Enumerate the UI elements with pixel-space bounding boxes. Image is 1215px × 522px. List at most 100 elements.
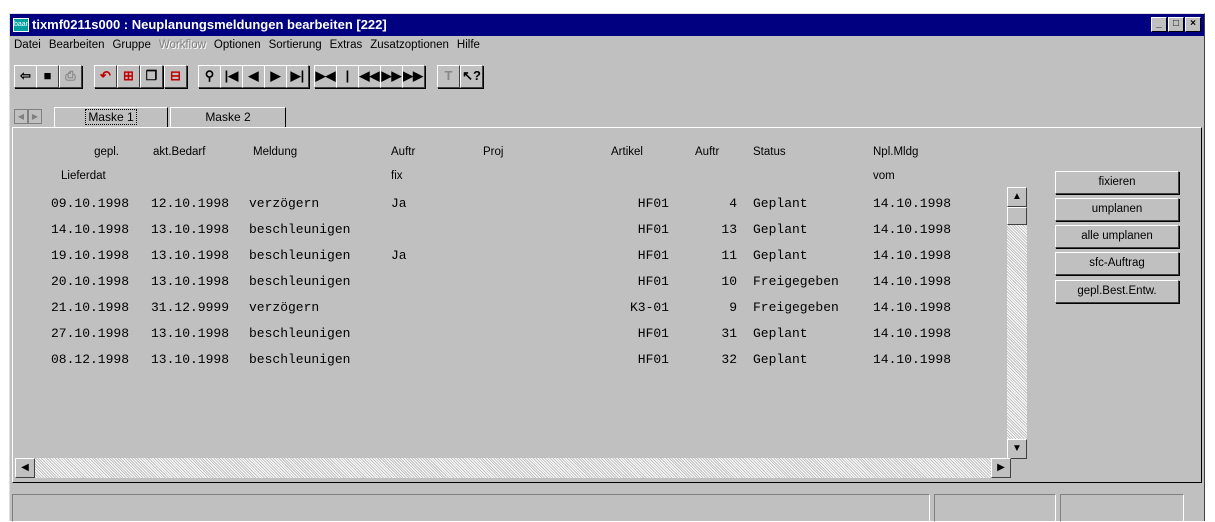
menu-datei[interactable]: Datei	[10, 36, 45, 54]
status-bar	[10, 494, 1204, 522]
menu-zusatzoptionen[interactable]: Zusatzoptionen	[366, 36, 453, 54]
scroll-left-icon[interactable]: ◀	[15, 458, 35, 478]
menu-hilfe[interactable]: Hilfe	[453, 36, 484, 54]
table-cell: 14.10.1998	[873, 352, 952, 367]
table-row[interactable]: 08.12.1998 13.10.1998 beschleunigen HF01 32 G…	[13, 352, 1013, 376]
tab-scroll-right-icon[interactable]: ▶	[28, 109, 42, 124]
table-cell: Geplant	[753, 248, 808, 263]
horizontal-scrollbar[interactable]: ◀ ▶	[15, 458, 1011, 478]
table-cell: Geplant	[753, 326, 808, 341]
column-header: Auftr	[695, 146, 720, 158]
table-cell: 14.10.1998	[873, 326, 952, 341]
tab-maske-1[interactable]: Maske 1	[54, 107, 168, 128]
column-header: akt.Bedarf	[153, 146, 206, 158]
menu-extras[interactable]: Extras	[326, 36, 367, 54]
menu-optionen[interactable]: Optionen	[210, 36, 265, 54]
tab-maske-2[interactable]: Maske 2	[170, 107, 286, 128]
last-record-icon[interactable]: ▶|	[286, 65, 309, 88]
table-row[interactable]: 14.10.1998 13.10.1998 beschleunigen HF01 13 G…	[13, 222, 1013, 246]
table-cell: verzögern	[249, 196, 320, 211]
table-row[interactable]: 20.10.1998 13.10.1998 beschleunigen HF01 10 F…	[13, 274, 1013, 298]
save-icon[interactable]: ■	[36, 65, 59, 88]
first-record-icon[interactable]: |◀	[220, 65, 243, 88]
first-set-icon[interactable]: |◀◀	[336, 65, 359, 88]
window-title: tixmf0211s000 : Neuplanungsmeldungen bea…	[32, 17, 387, 32]
status-panel-2	[934, 494, 1056, 522]
minimize-button[interactable]: _	[1151, 17, 1167, 32]
table-cell: Geplant	[753, 222, 808, 237]
vertical-scrollbar[interactable]: ▲ ▼	[1007, 187, 1027, 459]
table-cell: beschleunigen	[249, 222, 351, 237]
table-cell: HF01	[637, 222, 669, 237]
table-cell: 13.10.1998	[151, 326, 230, 341]
tab-label: Maske 2	[205, 110, 251, 124]
table-row[interactable]: 09.10.1998 12.10.1998 verzögern Ja HF01 4 Gepl…	[13, 196, 1013, 220]
table-row[interactable]: 19.10.1998 13.10.1998 beschleunigen Ja HF01 1…	[13, 248, 1013, 272]
side-button-umplanen[interactable]: umplanen	[1055, 198, 1179, 221]
table-cell: HF01	[637, 196, 669, 211]
table-cell: 14.10.1998	[873, 196, 952, 211]
column-header: vom	[873, 170, 895, 182]
table-cell: 19.10.1998	[51, 248, 130, 263]
column-header: fix	[391, 170, 403, 182]
previous-set-icon[interactable]: ▶◀	[314, 65, 337, 88]
text-icon[interactable]: T	[437, 65, 460, 88]
tab-strip: ◀ ▶ Maske 1 Maske 2	[10, 105, 1204, 128]
menu-sortierung[interactable]: Sortierung	[265, 36, 326, 54]
status-message	[12, 494, 930, 522]
scroll-down-icon[interactable]: ▼	[1007, 439, 1027, 459]
scroll-right-icon[interactable]: ▶	[991, 458, 1011, 478]
menu-bearbeiten[interactable]: Bearbeiten	[45, 36, 109, 54]
table-row[interactable]: 21.10.1998 31.12.9999 verzögern K3-01 9 Freig…	[13, 300, 1013, 324]
exit-icon[interactable]: ⇦	[14, 65, 37, 88]
column-header: Meldung	[253, 146, 298, 158]
table-row[interactable]: 27.10.1998 13.10.1998 beschleunigen HF01 31 G…	[13, 326, 1013, 350]
table-cell: 20.10.1998	[51, 274, 130, 289]
side-button-alle-umplanen[interactable]: alle umplanen	[1055, 225, 1179, 248]
table-cell: K3-01	[629, 300, 669, 315]
side-button-fixieren[interactable]: fixieren	[1055, 171, 1179, 194]
side-button-gepl-best-entw[interactable]: gepl.Best.Entw.	[1055, 280, 1179, 303]
insert-record-icon[interactable]: ⊞	[117, 65, 140, 88]
table-cell: Geplant	[753, 196, 808, 211]
table-cell: HF01	[637, 326, 669, 341]
last-page-icon[interactable]: ▶▶|	[402, 65, 425, 88]
column-header: Proj	[483, 146, 504, 158]
column-header: Status	[753, 146, 786, 158]
print-icon[interactable]: ⎙	[59, 65, 82, 88]
scroll-up-icon[interactable]: ▲	[1007, 187, 1027, 207]
table-cell: 4	[729, 196, 737, 211]
column-header: gepl.	[94, 146, 119, 158]
form-panel: gepl. akt.Bedarf Meldung Auftr Proj Artikel Au…	[12, 127, 1202, 483]
close-button[interactable]: ×	[1185, 17, 1201, 32]
copy-record-icon[interactable]: ❐	[140, 65, 163, 88]
tab-scroll-left-icon[interactable]: ◀	[14, 109, 28, 124]
menu-gruppe[interactable]: Gruppe	[108, 36, 154, 54]
menu-bar: Datei Bearbeiten Gruppe Workflow Optionen Sor…	[10, 36, 1204, 56]
next-record-icon[interactable]: ▶	[264, 65, 287, 88]
delete-record-icon[interactable]: ⊟	[164, 65, 187, 88]
table-cell: Geplant	[753, 352, 808, 367]
main-window: baan tixmf0211s000 : Neuplanungsmeldunge…	[9, 13, 1205, 522]
table-cell: 14.10.1998	[873, 300, 952, 315]
column-header: Npl.Mldg	[873, 146, 919, 158]
column-header: Artikel	[611, 146, 643, 158]
table-cell: 10	[721, 274, 737, 289]
table-cell: 32	[721, 352, 737, 367]
table-cell: 09.10.1998	[51, 196, 130, 211]
table-cell: 12.10.1998	[151, 196, 230, 211]
tab-label: Maske 1	[85, 109, 137, 125]
next-page-icon[interactable]: ▶▶	[380, 65, 403, 88]
scroll-thumb[interactable]	[1007, 207, 1027, 225]
find-icon[interactable]: ⚲	[198, 65, 221, 88]
undo-icon[interactable]: ↶	[94, 65, 117, 88]
table-cell: verzögern	[249, 300, 320, 315]
previous-record-icon[interactable]: ◀	[242, 65, 265, 88]
table-cell: beschleunigen	[249, 248, 351, 263]
side-button-sfc-auftrag[interactable]: sfc-Auftrag	[1055, 252, 1179, 275]
maximize-button[interactable]: □	[1168, 17, 1184, 32]
context-help-icon[interactable]: ↖?	[460, 65, 483, 88]
previous-page-icon[interactable]: ◀◀	[358, 65, 381, 88]
table-cell: 14.10.1998	[51, 222, 130, 237]
menu-workflow[interactable]: Workflow	[155, 36, 210, 54]
